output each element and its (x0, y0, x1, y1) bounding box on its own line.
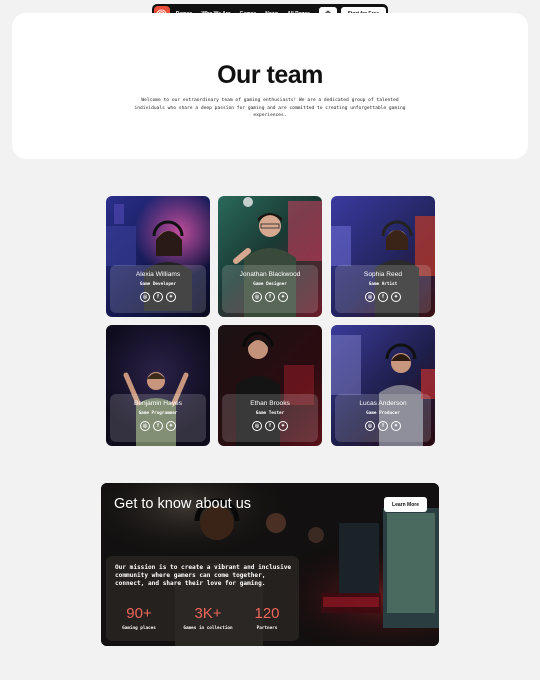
stat-value: 90+ (126, 605, 152, 622)
member-role: Game Programmer (138, 411, 178, 416)
facebook-icon[interactable]: f (265, 421, 275, 431)
team-card[interactable]: Ethan Brooks Game Tester ◎ f ✦ (218, 325, 322, 446)
learn-more-button[interactable]: Learn More (384, 497, 427, 512)
stat-partners: 120 Partners (246, 605, 288, 631)
team-card[interactable]: Jonathan Blackwood Game Designer ◎ f ✦ (218, 196, 322, 317)
member-name: Ethan Brooks (250, 400, 290, 407)
team-card[interactable]: Sophia Reed Game Artist ◎ f ✦ (331, 196, 435, 317)
member-name: Sophia Reed (363, 271, 403, 278)
twitter-icon[interactable]: ✦ (278, 292, 288, 302)
hero-description: Welcome to our extraordinary team of gam… (134, 98, 406, 118)
twitter-icon[interactable]: ✦ (166, 421, 176, 431)
about-title: Get to know about us (114, 496, 252, 512)
member-info-panel: Jonathan Blackwood Game Designer ◎ f ✦ (222, 265, 318, 313)
instagram-icon[interactable]: ◎ (252, 421, 262, 431)
twitter-icon[interactable]: ✦ (278, 421, 288, 431)
facebook-icon[interactable]: f (378, 421, 388, 431)
member-info-panel: Sophia Reed Game Artist ◎ f ✦ (335, 265, 431, 313)
team-card[interactable]: Alexia Williams Game Developer ◎ f ✦ (106, 196, 210, 317)
member-name: Jonathan Blackwood (239, 271, 301, 278)
stat-label: Gaming places (122, 626, 156, 631)
twitter-icon[interactable]: ✦ (166, 292, 176, 302)
member-info-panel: Alexia Williams Game Developer ◎ f ✦ (110, 265, 206, 313)
stat-value: 120 (254, 605, 280, 622)
member-role: Game Tester (255, 411, 285, 416)
page-title: Our team (217, 61, 323, 89)
hero-section: Our team Welcome to our extraordinary te… (12, 13, 528, 159)
mission-text: Our mission is to create a vibrant and i… (115, 564, 292, 587)
mission-panel: Our mission is to create a vibrant and i… (106, 556, 299, 641)
member-info-panel: Benjamin Hayes Game Programmer ◎ f ✦ (110, 394, 206, 442)
facebook-icon[interactable]: f (153, 421, 163, 431)
team-card[interactable]: Benjamin Hayes Game Programmer ◎ f ✦ (106, 325, 210, 446)
member-info-panel: Lucas Anderson Game Producer ◎ f ✦ (335, 394, 431, 442)
twitter-icon[interactable]: ✦ (391, 292, 401, 302)
stat-games: 3K+ Games in collection (176, 605, 240, 631)
facebook-icon[interactable]: f (265, 292, 275, 302)
member-info-panel: Ethan Brooks Game Tester ◎ f ✦ (222, 394, 318, 442)
facebook-icon[interactable]: f (378, 292, 388, 302)
stat-label: Games in collection (183, 626, 233, 631)
member-name: Alexia Williams (135, 271, 181, 278)
instagram-icon[interactable]: ◎ (140, 421, 150, 431)
twitter-icon[interactable]: ✦ (391, 421, 401, 431)
instagram-icon[interactable]: ◎ (365, 292, 375, 302)
instagram-icon[interactable]: ◎ (365, 421, 375, 431)
stat-value: 3K+ (194, 605, 222, 622)
stat-gaming-places: 90+ Gaming places (114, 605, 164, 631)
member-name: Benjamin Hayes (133, 400, 182, 407)
stat-label: Partners (256, 626, 278, 631)
instagram-icon[interactable]: ◎ (252, 292, 262, 302)
member-role: Game Producer (366, 411, 400, 416)
member-role: Game Designer (253, 282, 287, 287)
member-role: Game Artist (368, 282, 398, 287)
facebook-icon[interactable]: f (153, 292, 163, 302)
team-card[interactable]: Lucas Anderson Game Producer ◎ f ✦ (331, 325, 435, 446)
member-role: Game Developer (139, 282, 177, 287)
member-name: Lucas Anderson (359, 400, 407, 407)
instagram-icon[interactable]: ◎ (140, 292, 150, 302)
